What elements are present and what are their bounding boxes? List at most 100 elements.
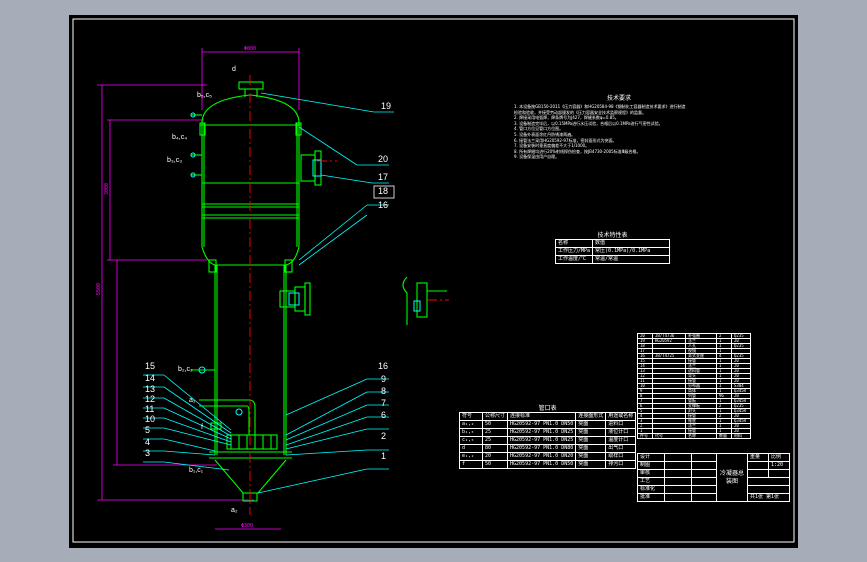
- tag-b1c1: b₁,c₁: [189, 467, 204, 474]
- title-block-row-label: 制图: [637, 461, 665, 470]
- nozzle-table-cell: 突面: [575, 428, 607, 437]
- parts-list: 20 JB/T4736 补强圈 2 Q235 19 HG20592 法兰 1 20 18 人孔 1 Q23…: [637, 333, 751, 439]
- dim-top-width: Φ800: [244, 46, 256, 52]
- nozzle-table-header: 用途或名称: [605, 412, 637, 421]
- drawing-title: 冷凝器总装图: [716, 453, 748, 502]
- part-number: 5: [145, 425, 150, 435]
- part-number: 19: [381, 101, 391, 111]
- parts-list-header-cell: 名称: [685, 433, 717, 439]
- nozzle-table-cell: HG20592-97 PN1.0 DN50: [507, 460, 577, 469]
- part-numbers-left: 15 14 13 12 11 10 5 4 3: [145, 361, 155, 458]
- design-table-cell: 工作压力/MPa: [554, 247, 594, 256]
- scale-label: 比例: [768, 453, 790, 462]
- nozzle-table-row: a₁,₂ 50 HG20592-97 PN1.0 DN50 突面 进料口: [459, 420, 637, 429]
- parts-list-row: 20 JB/T4736 补强圈 2 Q235: [637, 333, 751, 339]
- parts-list-header-cell: 代号: [652, 433, 686, 439]
- tag-a1: a₁: [189, 397, 196, 404]
- nozzle-table-cell: 温度计口: [605, 436, 637, 445]
- part-number: 6: [381, 410, 386, 420]
- nozzle-table-cell: 25: [481, 436, 509, 445]
- nozzle-table-cell: d: [459, 444, 483, 453]
- tag-b2c2: b₂,c₂: [178, 366, 193, 373]
- nozzle-table-cell: 突面: [575, 460, 607, 469]
- weight-label: 重量: [747, 453, 769, 462]
- tag-a2: a₂: [231, 507, 238, 514]
- nozzle-table-cell: 50: [481, 460, 509, 469]
- title-block-row-label: 工艺: [637, 477, 665, 486]
- nozzle-table-cell: HG20592-97 PN1.0 DN20: [507, 452, 577, 461]
- drawing-sheet: Φ800 Φ300 5500 3000 19 20 17 18 16 16 9 …: [69, 15, 798, 548]
- part-number: 2: [381, 431, 386, 441]
- nozzle-table-header: 符号: [459, 412, 483, 421]
- nozzle-table-cell: HG20592-97 PN1.0 DN25: [507, 428, 577, 437]
- nozzle-table-cell: 突面: [575, 452, 607, 461]
- dimension-text: Φ800 Φ300 5500 3000: [96, 46, 256, 529]
- part-number: 14: [145, 373, 155, 383]
- nozzle-table-header: 连接标准: [507, 412, 577, 421]
- nozzle-table-title: 管口表: [538, 405, 557, 412]
- nozzle-table-cell: HG20592-97 PN1.0 DN25: [507, 436, 577, 445]
- design-table-header: 数值: [592, 239, 671, 248]
- nozzle-table: 管口表 符号 公称尺寸 连接标准 连接面形式 用途或名称 a₁,₂ 50 HG205…: [459, 403, 637, 469]
- part-number: 16: [378, 200, 388, 210]
- tag-b5c5: b₅,c₅: [197, 92, 212, 99]
- nozzle-table-header: 连接面形式: [575, 412, 607, 421]
- nozzle-table-cell: 液位计口: [605, 428, 637, 437]
- nozzle-table-cell: 25: [481, 428, 509, 437]
- part-number: 15: [145, 361, 155, 371]
- nozzle-table-header: 公称尺寸: [481, 412, 509, 421]
- part-number: 7: [381, 398, 386, 408]
- part-number: 16: [378, 361, 388, 371]
- nozzle-table-row: c₁,₅ 25 HG20592-97 PN1.0 DN25 突面 温度计口: [459, 436, 637, 445]
- design-table: 技术特性表 名称 数值 工作压力/MPa 常压(0.1MPa)/0.1MPa 工作温…: [554, 230, 671, 264]
- design-table-cell: 常压(0.1MPa)/0.1MPa: [592, 247, 671, 256]
- part-number: 8: [381, 386, 386, 396]
- part-number: 1: [381, 451, 386, 461]
- sheet-count: 共1张 第1张: [747, 493, 790, 502]
- nozzle-table-cell: e₁,₂: [459, 452, 483, 461]
- nozzle-table-cell: HG20592-97 PN1.0 DN80: [507, 444, 577, 453]
- design-table-cell: 工作温度/℃: [554, 255, 594, 264]
- scale-value: 1:20: [768, 461, 790, 470]
- note-line: 9. 设备保温由用户自理。: [514, 154, 560, 160]
- tag-b3c3: b₃,c₃: [167, 157, 182, 164]
- parts-list-row: 19 HG20592 法兰 1 20: [637, 338, 751, 344]
- dim-bottom-width: Φ300: [241, 523, 253, 529]
- parts-list-header: 件号 代号 名称 数量 材料: [637, 433, 751, 439]
- part-numbers-right: 19 20 17 18 16 16 9 8 7 6 2 1: [378, 101, 391, 461]
- design-table-header: 名称: [554, 239, 594, 248]
- nozzle-table-row: d 80 HG20592-97 PN1.0 DN80 突面 出气口: [459, 444, 637, 453]
- nozzle-table-cell: 突面: [575, 420, 607, 429]
- notes-block: 技术要求 1. 本设备按GB150-2011《压力容器》和HG20584-98《…: [514, 93, 724, 160]
- part-number: 18: [378, 186, 388, 196]
- nozzle-table-cell: f: [459, 460, 483, 469]
- title-block-row-label: 标准化: [637, 485, 665, 494]
- nozzle-table-row: b₁,₅ 25 HG20592-97 PN1.0 DN25 突面 液位计口: [459, 428, 637, 437]
- nozzle-table-cell: a₁,₂: [459, 420, 483, 429]
- part-number: 17: [378, 172, 388, 182]
- tag-f: f: [201, 424, 203, 431]
- part-number: 11: [145, 404, 154, 414]
- design-table-title: 技术特性表: [597, 232, 628, 239]
- nozzle-table-cell: 取样口: [605, 452, 637, 461]
- nozzle-table-cell: c₁,₅: [459, 436, 483, 445]
- nozzle-table-cell: 进料口: [605, 420, 637, 429]
- parts-list-header-cell: 材料: [731, 433, 751, 439]
- nozzle-table-cell: 排污口: [605, 460, 637, 469]
- nozzle-table-cell: 20: [481, 452, 509, 461]
- nozzle-table-cell: b₁,₅: [459, 428, 483, 437]
- title-block-row-label: 审核: [637, 469, 665, 478]
- title-block: 设计 冷凝器总装图 重量 比例 制图 1:20 审核 工艺 标准化 批准 共1张…: [637, 453, 790, 502]
- nozzle-table-cell: HG20592-97 PN1.0 DN50: [507, 420, 577, 429]
- nozzle-table-cell: 突面: [575, 444, 607, 453]
- dim-overall-height: 5500: [96, 283, 102, 295]
- part-number: 10: [145, 414, 155, 424]
- design-table-cell: 常温/常温: [592, 255, 671, 264]
- nozzle-table-cell: 50: [481, 420, 509, 429]
- part-number: 4: [145, 437, 150, 447]
- tag-d: d: [232, 66, 236, 73]
- title-block-row-label: 设计: [637, 453, 665, 462]
- notes-title: 技术要求: [606, 96, 631, 102]
- nozzle-table-cell: 80: [481, 444, 509, 453]
- part-number: 9: [381, 374, 386, 384]
